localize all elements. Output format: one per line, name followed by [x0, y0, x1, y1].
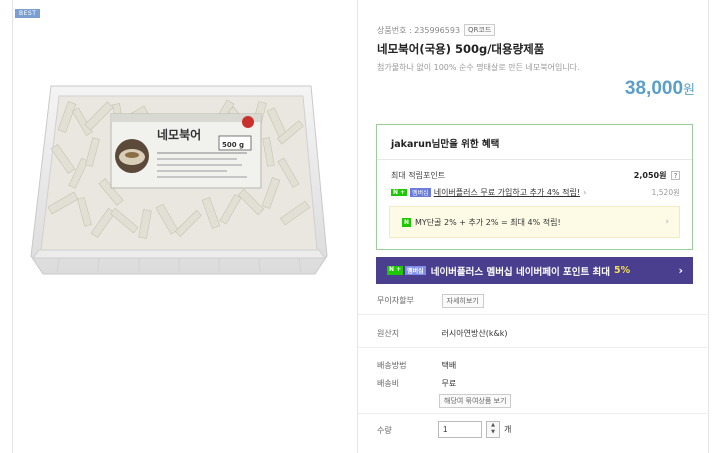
- naverplus-points-row[interactable]: N + 멤버십 네이버플러스 무료 가입하고 추가 4% 적립! › 1,520…: [391, 187, 680, 198]
- max-points-value: 2,050원: [633, 171, 667, 180]
- chevron-right-icon: ›: [583, 188, 587, 197]
- delivery-fee-value: 무료: [441, 379, 457, 388]
- package-label: 네모북어 500 g: [110, 113, 262, 189]
- naverplus-n-icon: N +: [387, 266, 404, 275]
- quantity-control: ▲ ▼ 개: [438, 421, 511, 438]
- my-regular-text: MY단골 2% + 추가 2% = 최대 4% 적립!: [415, 217, 561, 227]
- price-unit: 원: [683, 82, 695, 97]
- delivery-fee-label: 배송비: [377, 379, 400, 388]
- product-id: 상품번호 : 235996593: [377, 25, 461, 35]
- quantity-stepper[interactable]: ▲ ▼: [486, 421, 500, 438]
- divider: [358, 314, 709, 315]
- banner-percent: 5%: [614, 265, 631, 276]
- delivery-method-row: 배송방법 택배: [377, 360, 456, 371]
- chevron-up-icon[interactable]: ▲: [487, 422, 499, 429]
- divider: [358, 347, 709, 348]
- max-points-row: 최대 적립포인트 2,050원 ?: [391, 170, 680, 181]
- divider: [377, 159, 692, 160]
- product-description: 첨가물하나 없이 100% 순수 명태살로 만든 네모북어입니다.: [377, 63, 580, 72]
- product-title: 네모북어(국용) 500g/대용량제품: [377, 42, 545, 56]
- naverplus-join-link[interactable]: 네이버플러스 무료 가입하고 추가 4% 적립!: [434, 187, 580, 198]
- quantity-input[interactable]: [438, 421, 482, 438]
- chevron-down-icon[interactable]: ▼: [487, 429, 499, 436]
- svg-text:500 g: 500 g: [222, 141, 244, 149]
- chevron-right-icon: ›: [678, 264, 683, 277]
- origin-row: 원산지 러시아연방산(k&k): [377, 328, 507, 339]
- quantity-label: 수량: [377, 426, 392, 435]
- product-id-row: 상품번호 : 235996593 QR코드: [377, 24, 496, 36]
- quantity-row: 수량: [377, 425, 439, 436]
- svg-text:네모북어: 네모북어: [157, 127, 201, 142]
- origin-label: 원산지: [377, 329, 400, 338]
- naverplus-membership-banner[interactable]: N + 멤버십 네이버플러스 멤버십 네이버페이 포인트 최대 5% ›: [376, 257, 693, 284]
- best-badge: BEST: [15, 9, 41, 18]
- product-tray-illustration: 네모북어 500 g: [30, 85, 328, 275]
- banner-text: 네이버플러스 멤버십 네이버페이 포인트 최대: [430, 266, 610, 278]
- my-regular-benefit[interactable]: N MY단골 2% + 추가 2% = 최대 4% 적립! ›: [389, 206, 680, 238]
- naverplus-points-value: 1,520원: [651, 188, 680, 197]
- delivery-fee-row: 배송비 무료: [377, 378, 456, 389]
- benefit-title: jakarun님만을 위한 혜택: [391, 139, 500, 150]
- naverplus-n-icon: N +: [391, 189, 408, 196]
- naver-n-icon: N: [402, 217, 411, 227]
- delivery-method-value: 택배: [441, 361, 457, 370]
- help-icon[interactable]: ?: [671, 171, 680, 180]
- membership-tag: 멤버십: [410, 188, 431, 197]
- product-price: 38,000원: [625, 78, 695, 100]
- quantity-unit: 개: [504, 425, 512, 434]
- membership-tag: 멤버십: [405, 266, 426, 275]
- divider: [358, 413, 709, 414]
- bundle-products-button[interactable]: 해당여 묶여상품 보기: [439, 394, 512, 408]
- benefit-box: jakarun님만을 위한 혜택 최대 적립포인트 2,050원 ? N + 멤…: [376, 124, 693, 250]
- installment-row: 무이자할부 자세히보기: [377, 294, 484, 308]
- installment-label: 무이자할부: [377, 296, 414, 305]
- qr-code-button[interactable]: QR코드: [464, 24, 496, 36]
- delivery-method-label: 배송방법: [377, 361, 407, 370]
- installment-details-button[interactable]: 자세히보기: [441, 294, 484, 308]
- max-points-label: 최대 적립포인트: [391, 171, 446, 180]
- origin-value: 러시아연방산(k&k): [441, 329, 508, 338]
- product-image[interactable]: 네모북어 500 g: [29, 78, 329, 281]
- price-number: 38,000: [624, 78, 684, 99]
- bundle-row: 해당여 묶여상품 보기: [439, 394, 512, 408]
- product-photo-area: BEST 네모북어 500 g: [13, 8, 353, 448]
- product-info-panel: 상품번호 : 235996593 QR코드 네모북어(국용) 500g/대용량제…: [357, 0, 709, 453]
- chevron-right-icon: ›: [665, 217, 669, 227]
